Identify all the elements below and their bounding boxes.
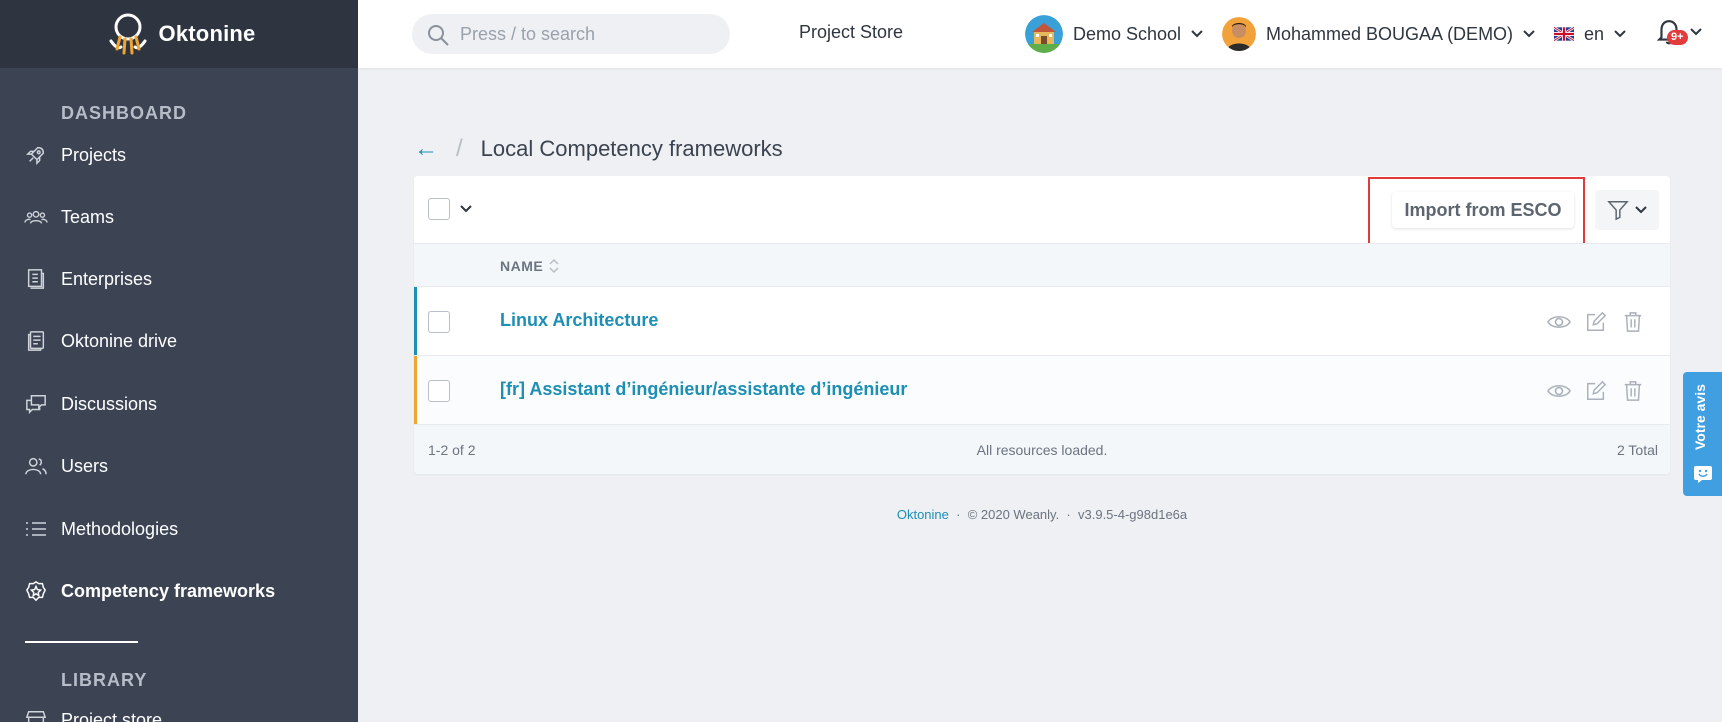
sidebar-item-users[interactable]: Users bbox=[0, 446, 358, 486]
uk-flag-icon bbox=[1554, 26, 1574, 42]
row-actions bbox=[1546, 378, 1645, 403]
sidebar-item-label: Teams bbox=[61, 206, 115, 227]
table-row[interactable]: Linux Architecture bbox=[414, 287, 1670, 356]
workspace-name: Demo School bbox=[1073, 23, 1182, 44]
notification-badge: 9+ bbox=[1667, 30, 1688, 45]
users-icon bbox=[24, 454, 48, 478]
sidebar-item-oktonine-drive[interactable]: Oktonine drive bbox=[0, 321, 358, 361]
topbar: Project Store Demo School Mohammed BOUGA… bbox=[358, 0, 1722, 68]
frameworks-panel: Import from ESCO NAME Linux Architecture… bbox=[414, 176, 1670, 474]
sidebar-item-label: Oktonine drive bbox=[61, 330, 178, 351]
column-header-label: NAME bbox=[500, 258, 544, 274]
oktonine-logo-icon bbox=[109, 13, 147, 55]
chevron-down-icon bbox=[1614, 30, 1626, 38]
load-status: All resources loaded. bbox=[976, 442, 1108, 458]
chevron-down-icon bbox=[1635, 206, 1647, 214]
pagination-range: 1-2 of 2 bbox=[428, 442, 476, 458]
section-library: LIBRARY bbox=[61, 670, 148, 690]
store-icon bbox=[24, 708, 48, 722]
row-checkbox[interactable] bbox=[428, 380, 450, 402]
user-menu[interactable]: Mohammed BOUGAA (DEMO) bbox=[1222, 14, 1535, 54]
notifications-button[interactable]: 9+ bbox=[1656, 18, 1706, 50]
sidebar-item-projects[interactable]: Projects bbox=[0, 135, 358, 175]
sort-icon bbox=[549, 258, 559, 274]
language-code: en bbox=[1584, 23, 1605, 44]
feedback-tab[interactable]: Votre avis bbox=[1683, 372, 1722, 496]
brand[interactable]: Oktonine bbox=[0, 0, 358, 68]
filter-button[interactable] bbox=[1595, 190, 1659, 230]
delete-icon[interactable] bbox=[1620, 309, 1645, 334]
breadcrumb: ← / Local Competency frameworks bbox=[414, 135, 783, 163]
sidebar-item-label: Projects bbox=[61, 144, 127, 165]
sidebar-item-project-store[interactable]: Project store bbox=[0, 700, 358, 722]
delete-icon[interactable] bbox=[1620, 378, 1645, 403]
row-stripe bbox=[414, 287, 417, 355]
project-store-link[interactable]: Project Store bbox=[799, 22, 903, 43]
import-from-esco-button[interactable]: Import from ESCO bbox=[1392, 192, 1574, 228]
search-input[interactable] bbox=[460, 22, 710, 46]
sidebar-item-competency-frameworks[interactable]: Competency frameworks bbox=[0, 571, 358, 611]
brand-name: Oktonine bbox=[158, 21, 256, 46]
sidebar-divider bbox=[25, 641, 138, 643]
drive-icon bbox=[24, 329, 48, 353]
search-box[interactable] bbox=[412, 14, 730, 54]
workspace-selector[interactable]: Demo School bbox=[1025, 14, 1203, 54]
select-all-checkbox[interactable] bbox=[428, 198, 450, 220]
footer-copyright: © 2020 Weanly. bbox=[967, 507, 1060, 522]
sidebar-item-label: Project store bbox=[61, 709, 163, 722]
language-selector[interactable]: en bbox=[1554, 14, 1626, 54]
footer-separator: · bbox=[1066, 507, 1071, 522]
footer-version: v3.9.5-4-g98d1e6a bbox=[1078, 507, 1188, 522]
page-title: Local Competency frameworks bbox=[480, 136, 783, 161]
search-icon bbox=[426, 23, 450, 52]
team-icon bbox=[24, 205, 48, 229]
user-name: Mohammed BOUGAA (DEMO) bbox=[1266, 23, 1514, 44]
view-icon[interactable] bbox=[1546, 309, 1571, 334]
sidebar-item-discussions[interactable]: Discussions bbox=[0, 384, 358, 424]
table-row[interactable]: [fr] Assistant d’ingénieur/assistante d’… bbox=[414, 356, 1670, 425]
filter-icon bbox=[1607, 201, 1629, 221]
footer-brand-link[interactable]: Oktonine bbox=[897, 507, 949, 522]
footer-separator: · bbox=[956, 507, 961, 522]
smiley-chat-icon bbox=[1694, 466, 1712, 483]
school-avatar bbox=[1025, 15, 1063, 53]
chevron-down-icon bbox=[1523, 30, 1535, 38]
user-avatar bbox=[1222, 17, 1256, 51]
row-checkbox[interactable] bbox=[428, 311, 450, 333]
chat-icon bbox=[24, 392, 48, 416]
badge-icon bbox=[24, 579, 48, 603]
rocket-icon bbox=[24, 143, 48, 167]
row-actions bbox=[1546, 309, 1645, 334]
edit-icon[interactable] bbox=[1583, 309, 1608, 334]
table-header: NAME bbox=[414, 243, 1670, 287]
back-arrow-icon[interactable]: ← bbox=[414, 135, 438, 163]
breadcrumb-separator: / bbox=[456, 135, 463, 162]
sidebar: Oktonine DASHBOARD Projects Teams Enterp… bbox=[0, 0, 358, 722]
total-count: 2 Total bbox=[1617, 442, 1658, 458]
building-icon bbox=[24, 267, 48, 291]
chevron-down-icon bbox=[1690, 28, 1702, 36]
sidebar-item-teams[interactable]: Teams bbox=[0, 197, 358, 237]
sidebar-item-label: Enterprises bbox=[61, 268, 153, 289]
framework-name-link[interactable]: [fr] Assistant d’ingénieur/assistante d’… bbox=[500, 379, 907, 400]
column-header-name[interactable]: NAME bbox=[500, 258, 559, 274]
page-footer: Oktonine · © 2020 Weanly. · v3.9.5-4-g98… bbox=[414, 507, 1670, 522]
table-footer: All resources loaded. 1-2 of 2 2 Total bbox=[414, 425, 1670, 474]
sidebar-item-label: Methodologies bbox=[61, 518, 179, 539]
row-stripe bbox=[414, 356, 417, 424]
chevron-down-icon bbox=[1191, 30, 1203, 38]
view-icon[interactable] bbox=[1546, 378, 1571, 403]
framework-name-link[interactable]: Linux Architecture bbox=[500, 310, 658, 331]
list-icon bbox=[24, 517, 48, 541]
sidebar-item-label: Users bbox=[61, 455, 109, 476]
feedback-label: Votre avis bbox=[1692, 384, 1708, 450]
section-dashboard: DASHBOARD bbox=[61, 103, 187, 123]
sidebar-item-label: Competency frameworks bbox=[61, 580, 276, 601]
edit-icon[interactable] bbox=[1583, 378, 1608, 403]
chevron-down-icon[interactable] bbox=[460, 205, 472, 213]
table-toolbar: Import from ESCO bbox=[414, 176, 1670, 249]
sidebar-item-label: Discussions bbox=[61, 393, 158, 414]
sidebar-item-methodologies[interactable]: Methodologies bbox=[0, 509, 358, 549]
sidebar-item-enterprises[interactable]: Enterprises bbox=[0, 259, 358, 299]
